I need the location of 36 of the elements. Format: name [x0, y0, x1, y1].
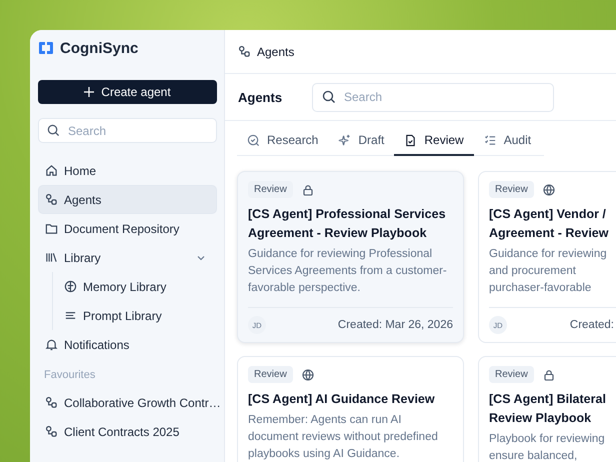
- card-description: Guidance for reviewing and procurement purchaser-favorable: [489, 247, 608, 296]
- created-date: Created:: [570, 319, 614, 331]
- nav-item[interactable]: Prompt Library: [57, 301, 217, 330]
- brand-name: CogniSync: [60, 40, 138, 56]
- nav-item[interactable]: Home: [38, 156, 217, 185]
- nav-item[interactable]: Document Repository: [38, 214, 217, 243]
- tag: Review: [248, 366, 293, 383]
- tab[interactable]: Audit: [474, 133, 542, 156]
- agent-card[interactable]: Review [CS Agent] Bilateral Review Playbook Playbook for reviewing ensure balanced,: [478, 356, 616, 462]
- agent-card[interactable]: Review [CS Agent] AI Guidance Review Remember: Agents can run AI document reviews without predefined playbooks using AI Guidance.: [237, 356, 464, 462]
- card-title: [CS Agent] Vendor / Agreement - Review: [489, 206, 610, 242]
- tag: Review: [248, 181, 293, 198]
- nav-item[interactable]: Agents: [38, 185, 217, 214]
- search-field[interactable]: Search: [312, 82, 554, 112]
- card-title: [CS Agent] AI Guidance Review: [248, 391, 436, 408]
- favourites-heading: Favourites: [44, 369, 96, 383]
- card-title: [CS Agent] Bilateral Review Playbook: [489, 391, 607, 427]
- tag: Review: [489, 181, 534, 198]
- card-description: Playbook for reviewing ensure balanced,: [489, 432, 606, 462]
- card-description: Guidance for reviewing Professional Services Agreements from a customer- favorable perspective.: [248, 247, 448, 296]
- create-agent-button[interactable]: Create agent: [38, 80, 217, 104]
- breadcrumb[interactable]: Agents: [257, 44, 294, 58]
- tab[interactable]: Draft: [328, 133, 394, 156]
- card-title: [CS Agent] Professional Services Agreement - Review Playbook: [248, 206, 447, 242]
- nav-item[interactable]: Library: [38, 243, 217, 272]
- tab[interactable]: Review: [394, 133, 474, 156]
- page-title: Agents: [238, 90, 284, 104]
- nav-item[interactable]: Memory Library: [57, 272, 217, 301]
- favourite-item[interactable]: Client Contracts 2025: [38, 417, 217, 446]
- nav-item[interactable]: Notifications: [38, 330, 217, 359]
- favourite-item[interactable]: Collaborative Growth Contr…: [38, 388, 217, 417]
- tag: Review: [489, 366, 534, 383]
- created-date: Created: Mar 26, 2026: [338, 319, 453, 331]
- search-field[interactable]: Search: [38, 118, 217, 143]
- tab[interactable]: Research: [237, 133, 328, 156]
- card-description: Remember: Agents can run AI document reviews without predefined playbooks using AI Guidance.: [248, 413, 439, 462]
